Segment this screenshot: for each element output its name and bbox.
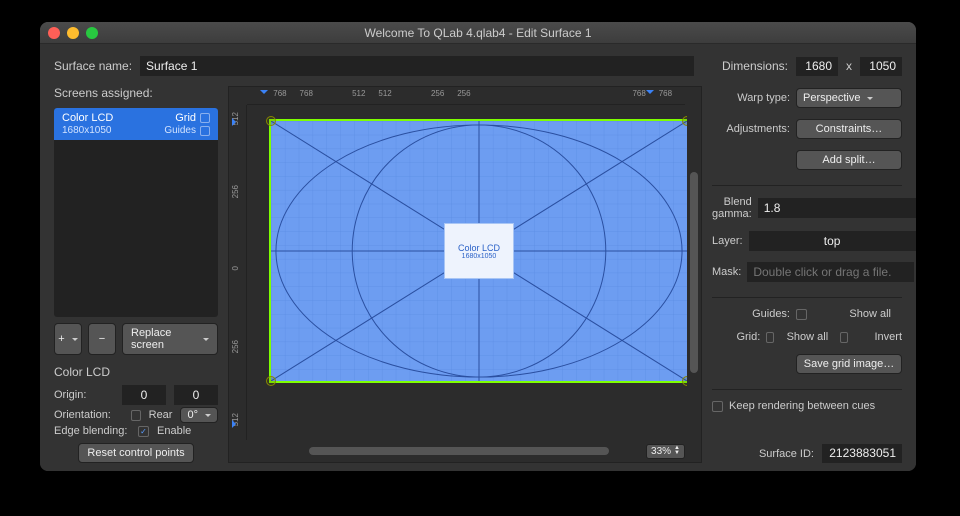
- keep-rendering-checkbox[interactable]: [712, 401, 723, 412]
- control-point-br[interactable]: [682, 376, 687, 386]
- window-title: Welcome To QLab 4.qlab4 - Edit Surface 1: [40, 26, 916, 40]
- vertical-scrollbar[interactable]: [687, 105, 701, 440]
- replace-screen-button[interactable]: Replace screen: [122, 323, 218, 355]
- width-input[interactable]: [796, 57, 838, 76]
- height-input[interactable]: [860, 57, 902, 76]
- screen-grid-checkbox[interactable]: [200, 113, 210, 123]
- rear-label: Rear: [149, 409, 173, 421]
- ruler-vertical: 512 256 0 256 512: [229, 105, 247, 440]
- screen-detail-name: Color LCD: [54, 365, 218, 379]
- grid-invert-checkbox[interactable]: [840, 332, 848, 343]
- surface-id-field[interactable]: [822, 444, 902, 463]
- control-point-bl[interactable]: [266, 376, 276, 386]
- add-screen-button[interactable]: +: [54, 323, 82, 355]
- guides-showall-label: Show all: [813, 308, 891, 320]
- save-grid-image-button[interactable]: Save grid image…: [796, 354, 902, 374]
- reset-control-points-button[interactable]: Reset control points: [78, 443, 193, 463]
- surface-name-label: Surface name:: [54, 59, 132, 73]
- editor-window: Welcome To QLab 4.qlab4 - Edit Surface 1…: [40, 22, 916, 471]
- control-point-tr[interactable]: [682, 116, 687, 126]
- surface-center-label: Color LCD 1680x1050: [444, 223, 514, 279]
- origin-label: Origin:: [54, 389, 114, 401]
- guides-showall-checkbox[interactable]: [796, 309, 807, 320]
- zoom-select[interactable]: 33% ▲▼: [646, 444, 685, 459]
- adjustments-label: Adjustments:: [712, 123, 790, 135]
- origin-y-input[interactable]: [174, 385, 218, 405]
- mask-input[interactable]: [747, 262, 914, 282]
- dimensions-label: Dimensions:: [722, 59, 788, 73]
- close-icon[interactable]: [48, 27, 60, 39]
- surface-id-label: Surface ID:: [759, 448, 814, 460]
- screens-heading: Screens assigned:: [54, 86, 218, 100]
- edge-blending-label: Edge blending:: [54, 425, 130, 437]
- titlebar: Welcome To QLab 4.qlab4 - Edit Surface 1: [40, 22, 916, 44]
- blend-gamma-input[interactable]: [758, 198, 916, 218]
- keep-rendering-label: Keep rendering between cues: [729, 400, 875, 412]
- screen-item-grid-label: Grid: [175, 112, 196, 124]
- screen-item-name: Color LCD: [62, 112, 113, 124]
- surface-canvas-area: 768 768 512 512 256 256 768 768 512 256 …: [228, 86, 702, 463]
- add-split-button[interactable]: Add split…: [796, 150, 902, 170]
- blend-gamma-label: Blend gamma:: [712, 196, 752, 220]
- right-grid-label: Grid:: [712, 331, 760, 343]
- rear-checkbox[interactable]: [131, 410, 141, 421]
- horizontal-scrollbar[interactable]: [309, 447, 609, 455]
- grid-invert-label: Invert: [854, 331, 902, 343]
- surface-name-input[interactable]: [140, 56, 694, 76]
- grid-showall-label: Show all: [780, 331, 828, 343]
- orientation-label: Orientation:: [54, 409, 123, 421]
- warp-type-label: Warp type:: [712, 92, 790, 104]
- enable-label: Enable: [157, 425, 191, 437]
- layer-label: Layer:: [712, 235, 743, 247]
- guides-label: Guides:: [712, 308, 790, 320]
- screens-list[interactable]: Color LCD Grid 1680x1050 Guides: [54, 108, 218, 317]
- screen-guides-checkbox[interactable]: [200, 126, 210, 136]
- screen-item[interactable]: Color LCD Grid 1680x1050 Guides: [54, 108, 218, 140]
- zoom-icon[interactable]: [86, 27, 98, 39]
- surface-rect[interactable]: Color LCD 1680x1050: [269, 119, 687, 383]
- screen-item-guides-label: Guides: [164, 125, 196, 136]
- grid-showall-checkbox[interactable]: [766, 332, 774, 343]
- dim-x: x: [846, 59, 852, 73]
- origin-x-input[interactable]: [122, 385, 166, 405]
- enable-edge-checkbox[interactable]: [138, 426, 149, 437]
- warp-type-select[interactable]: Perspective: [796, 88, 902, 108]
- angle-select[interactable]: 0°: [180, 407, 218, 423]
- constraints-button[interactable]: Constraints…: [796, 119, 902, 139]
- mask-label: Mask:: [712, 266, 741, 278]
- ruler-horizontal: 768 768 512 512 256 256 768 768: [247, 87, 685, 105]
- layer-input[interactable]: [749, 231, 916, 251]
- minimize-icon[interactable]: [67, 27, 79, 39]
- canvas[interactable]: Color LCD 1680x1050: [247, 105, 687, 440]
- control-point-tl[interactable]: [266, 116, 276, 126]
- screen-item-res: 1680x1050: [62, 125, 112, 136]
- remove-screen-button[interactable]: −: [88, 323, 116, 355]
